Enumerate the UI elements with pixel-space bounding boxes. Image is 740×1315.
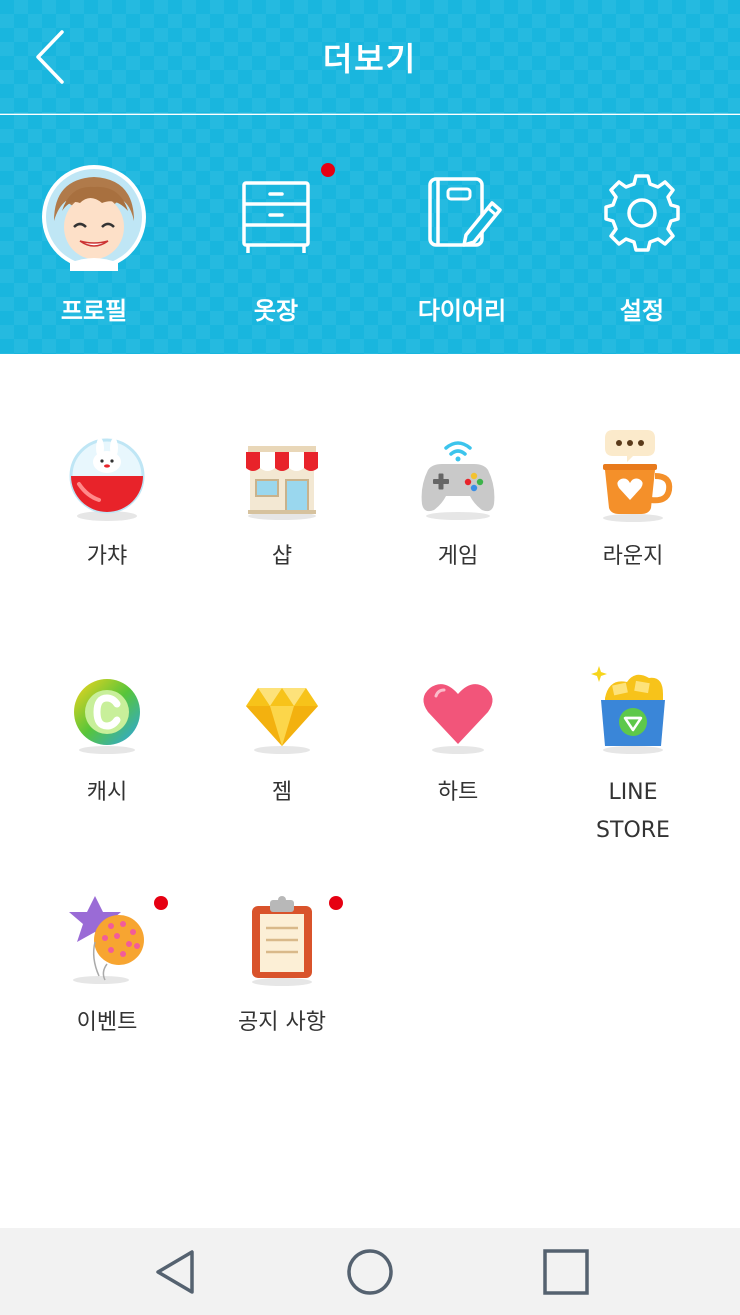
menu-item-lounge[interactable]: 라운지 xyxy=(545,426,721,586)
menu-item-game[interactable]: 게임 xyxy=(370,426,546,586)
menu-item-label: 가챠 xyxy=(86,544,128,569)
heart-icon xyxy=(423,684,493,754)
square-recents-icon xyxy=(543,1249,589,1295)
menu-item-label: 이벤트 xyxy=(76,1010,138,1035)
menu-item-cash[interactable]: 캐시 xyxy=(19,662,195,822)
menu-item-heart[interactable]: 하트 xyxy=(370,662,546,822)
menu-item-label: 하트 xyxy=(437,780,479,805)
menu-item-line-store[interactable]: LINE STORE xyxy=(545,662,721,852)
coin-c-icon xyxy=(74,679,140,754)
quick-item-diary[interactable]: 다이어리 xyxy=(372,115,552,354)
quick-item-label: 다이어리 xyxy=(417,297,507,325)
circle-home-icon xyxy=(347,1249,393,1295)
storefront-icon xyxy=(246,446,318,520)
menu-item-label: 게임 xyxy=(437,544,479,569)
menu-grid: 가챠 샵 게임 라운지 캐시 젬 하트 LINE STORE 이벤트 공지 사항 xyxy=(0,354,740,1228)
back-button[interactable] xyxy=(26,22,76,92)
menu-item-gacha[interactable]: 가챠 xyxy=(19,426,195,586)
menu-item-notice[interactable]: 공지 사항 xyxy=(194,892,370,1052)
triangle-back-icon xyxy=(156,1250,194,1294)
menu-item-event[interactable]: 이벤트 xyxy=(19,892,195,1052)
system-nav-bar xyxy=(0,1228,740,1315)
gold-bucket-icon xyxy=(591,666,665,754)
menu-item-label: 라운지 xyxy=(602,544,664,569)
event-badge-dot xyxy=(154,896,168,910)
gamepad-icon xyxy=(421,441,495,520)
header-divider xyxy=(0,113,740,114)
gear-icon xyxy=(604,174,680,252)
notebook-pen-icon xyxy=(428,177,502,247)
menu-item-label: 샵 xyxy=(271,544,293,569)
quick-menu: 프로필 옷장 다이어리 설정 xyxy=(0,115,740,354)
quick-item-closet[interactable]: 옷장 xyxy=(186,115,366,354)
balloons-icon xyxy=(69,896,144,984)
quick-item-profile[interactable]: 프로필 xyxy=(4,115,184,354)
avatar-icon xyxy=(42,165,146,271)
nav-recents-button[interactable] xyxy=(536,1246,596,1298)
quick-item-label: 프로필 xyxy=(60,297,128,325)
header-bar: 더보기 xyxy=(0,0,740,114)
closet-badge-dot xyxy=(321,163,335,177)
quick-item-label: 설정 xyxy=(619,297,665,325)
drawer-icon xyxy=(242,181,310,253)
menu-item-label: 캐시 xyxy=(86,780,128,805)
diamond-icon xyxy=(246,688,318,754)
quick-item-settings[interactable]: 설정 xyxy=(552,115,732,354)
menu-item-label: 공지 사항 xyxy=(238,1010,326,1035)
coffee-cup-icon xyxy=(603,430,673,522)
nav-back-button[interactable] xyxy=(146,1246,206,1298)
notice-badge-dot xyxy=(329,896,343,910)
quick-item-label: 옷장 xyxy=(253,297,299,325)
clipboard-icon xyxy=(252,896,312,986)
menu-item-label: LINE STORE xyxy=(596,780,670,843)
page-title: 더보기 xyxy=(322,40,418,78)
nav-home-button[interactable] xyxy=(340,1246,400,1298)
menu-item-label: 젬 xyxy=(271,780,293,805)
menu-item-shop[interactable]: 샵 xyxy=(194,426,370,586)
menu-item-gem[interactable]: 젬 xyxy=(194,662,370,822)
chevron-left-icon xyxy=(36,30,64,84)
gacha-capsule-icon xyxy=(69,438,145,521)
